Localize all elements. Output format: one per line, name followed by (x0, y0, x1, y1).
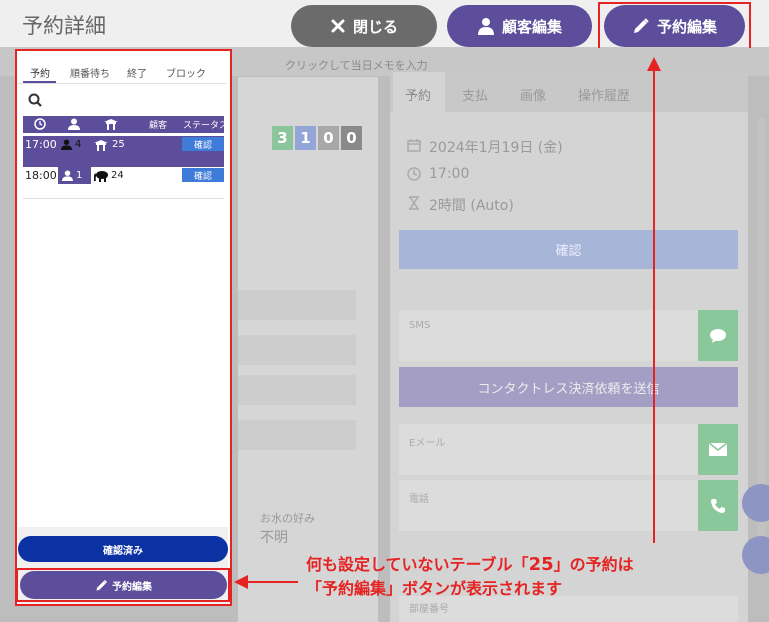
close-label: 閉じる (352, 17, 398, 36)
phone-icon[interactable] (698, 480, 738, 531)
chat-icon[interactable] (698, 310, 738, 361)
highlight-box-header-edit (598, 2, 751, 50)
customer-edit-button[interactable]: 顧客編集 (447, 5, 592, 47)
arrow-left-head (234, 575, 248, 589)
room-number-label: 部屋番号 (409, 604, 449, 615)
annotation-text: 」の予約は (553, 555, 634, 574)
annotation-arrows (234, 57, 661, 589)
close-button[interactable]: 閉じる (291, 5, 437, 47)
annotation-line-1: 何も設定していないテーブル「25」の予約は (306, 553, 634, 577)
user-icon (477, 17, 495, 35)
highlight-box-left-panel (15, 49, 232, 606)
page-title: 予約詳細 (22, 14, 106, 38)
close-icon (330, 18, 346, 34)
annotation-table-number: 25 (528, 554, 554, 575)
customer-edit-label: 顧客編集 (501, 17, 562, 36)
highlight-box-left-edit (16, 568, 230, 602)
annotation-note: 何も設定していないテーブル「25」の予約は 「予約編集」ボタンが表示されます (306, 553, 634, 601)
annotation-text: 何も設定していないテーブル「 (306, 555, 529, 574)
annotation-line-2: 「予約編集」ボタンが表示されます (306, 579, 563, 598)
mail-icon[interactable] (698, 424, 738, 475)
arrow-up-head (647, 57, 661, 71)
